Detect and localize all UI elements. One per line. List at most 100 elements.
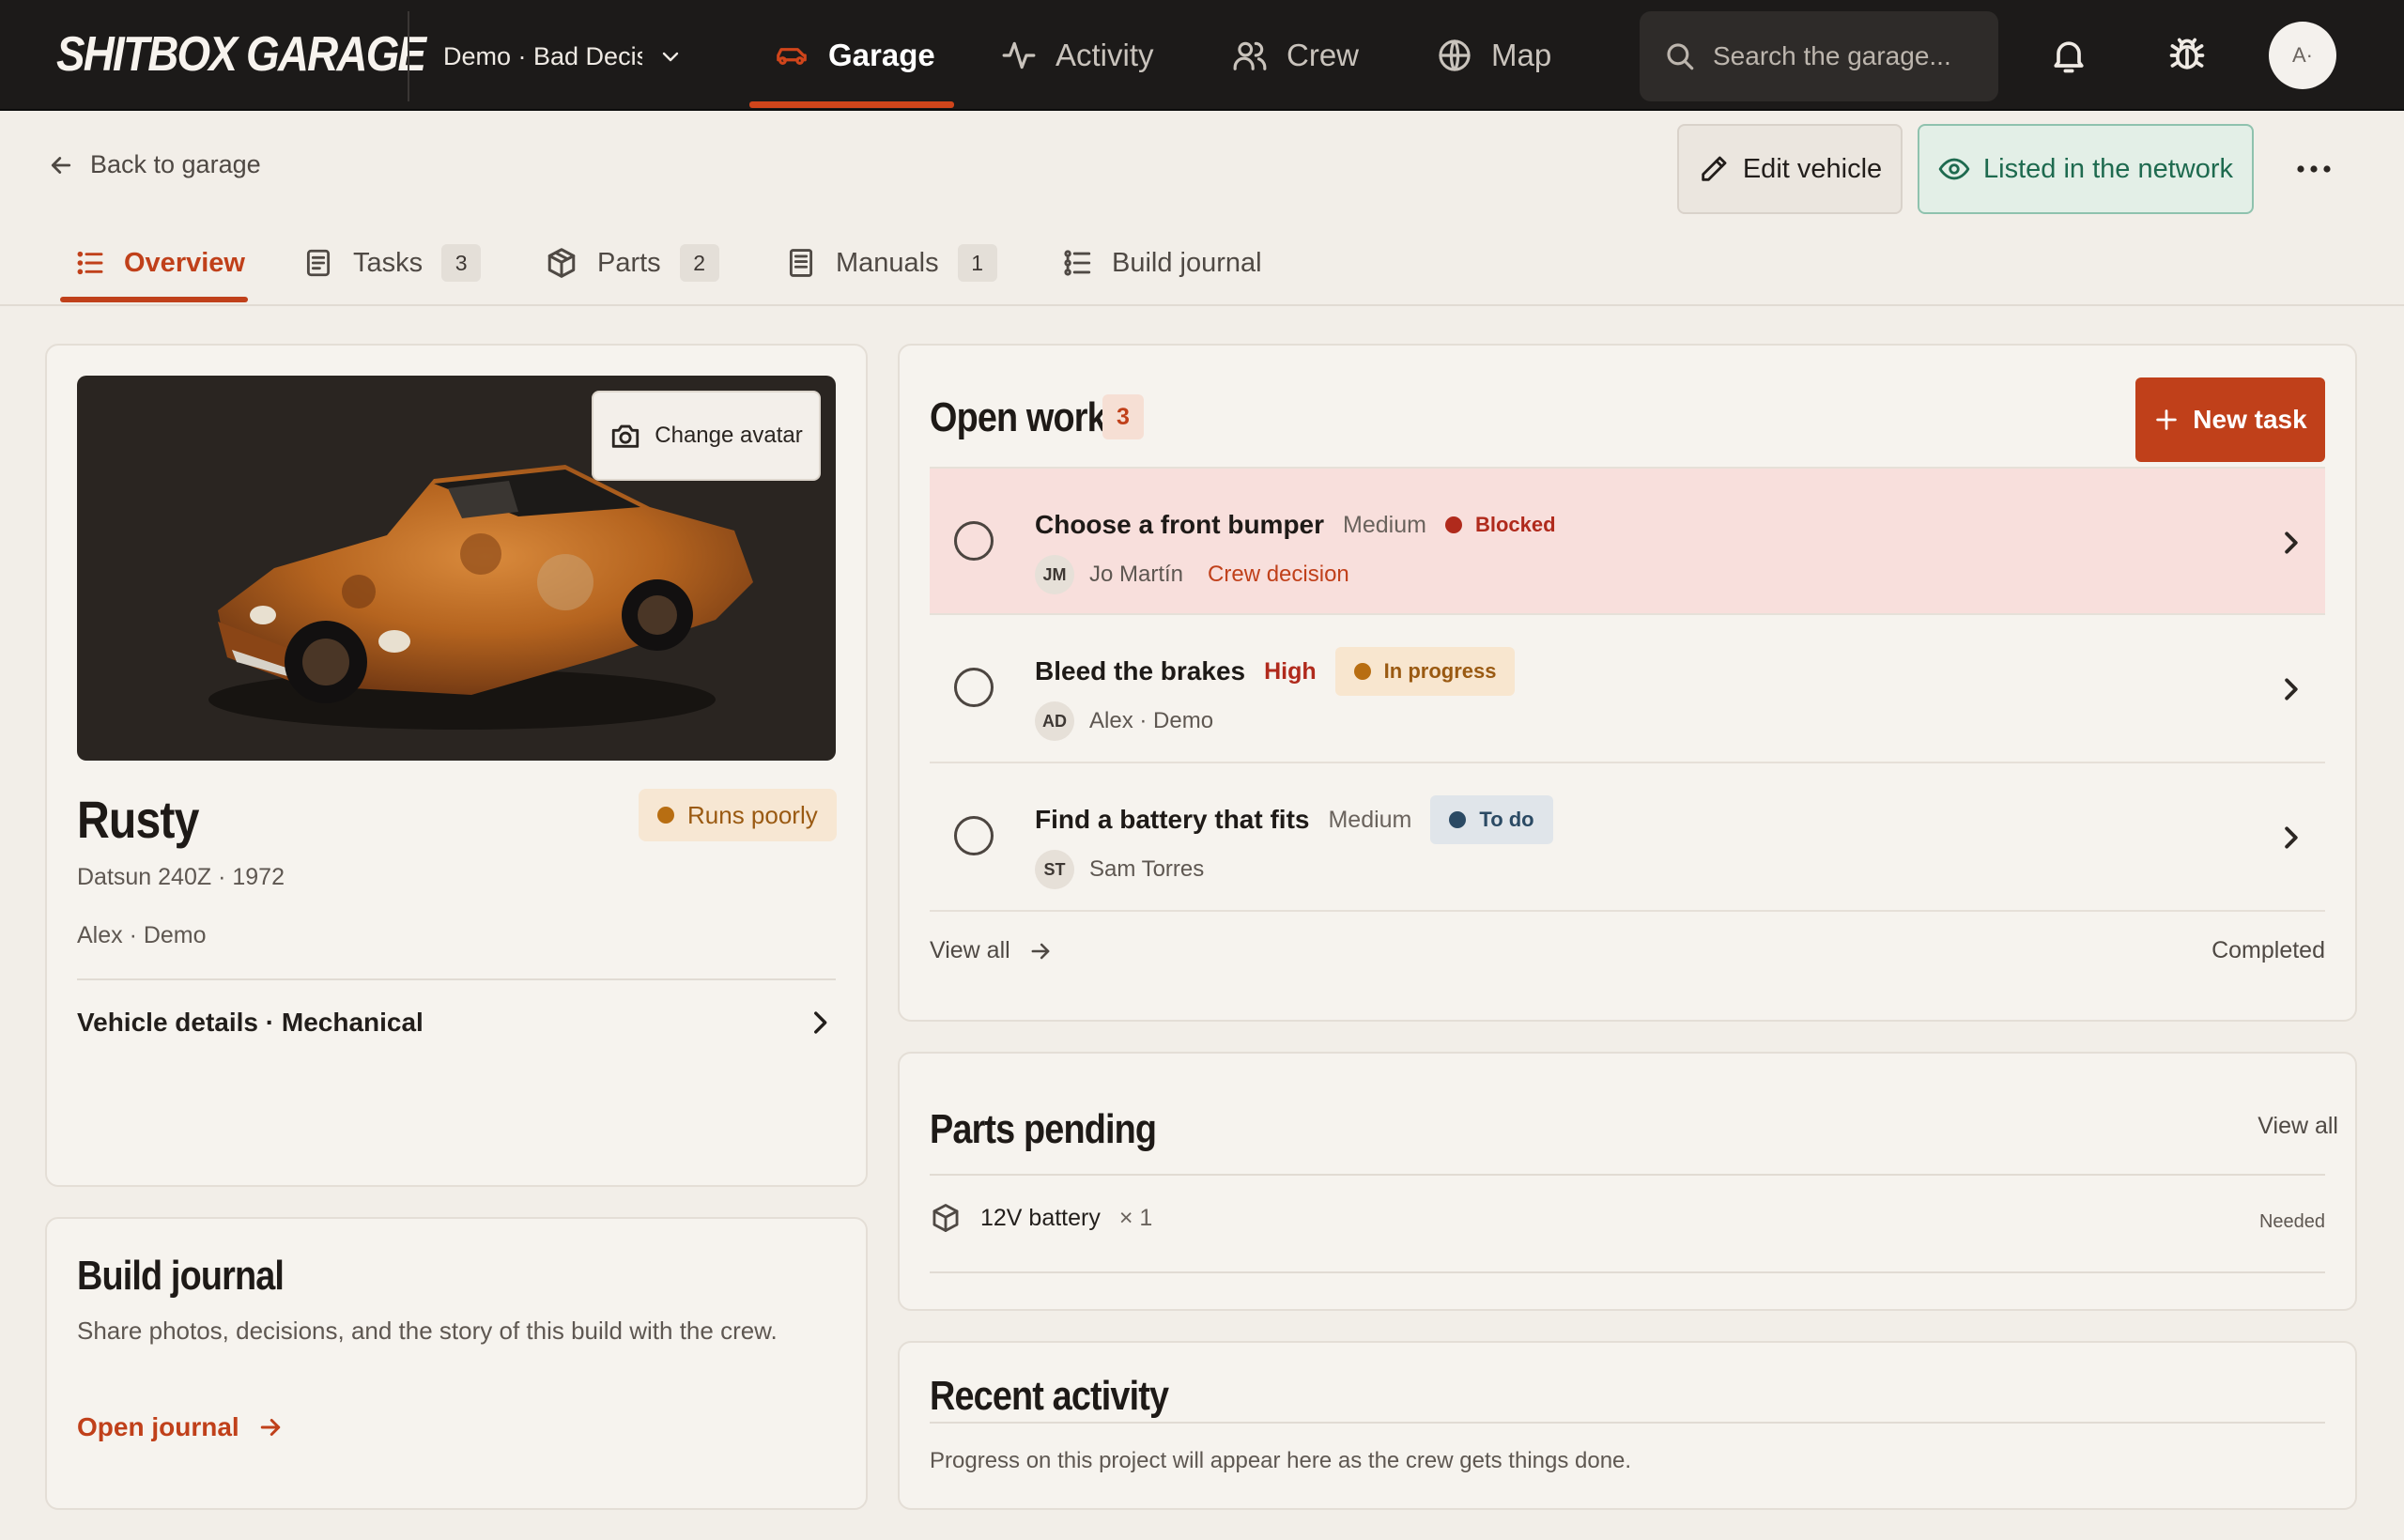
task-status-badge: In progress (1334, 647, 1516, 696)
build-journal-description: Share photos, decisions, and the story o… (77, 1317, 778, 1345)
tab-parts-count: 2 (679, 244, 719, 282)
chevron-down-icon (659, 45, 682, 68)
status-badge: Runs poorly (639, 789, 837, 841)
more-horizontal-icon (2295, 163, 2333, 175)
task-status-label: In progress (1383, 659, 1497, 683)
task-heading: Choose a front bumper Medium Blocked (1035, 500, 1575, 549)
vehicle-details-link[interactable]: Vehicle details · Mechanical (77, 1007, 836, 1039)
task-assignee: AD Alex · Demo (1035, 701, 1213, 741)
assignee-name: Alex · Demo (1089, 708, 1214, 733)
completed-link[interactable]: Completed (2211, 937, 2325, 964)
activity-icon (1001, 38, 1037, 73)
vehicle-tabs: Overview Tasks 3 Parts 2 Manuals 1 Build… (0, 222, 2404, 306)
arrow-left-icon (47, 151, 75, 179)
workspace-switcher[interactable]: Demo · Bad Decis (443, 32, 682, 81)
tab-manuals-count: 1 (957, 244, 997, 282)
box-icon (545, 246, 578, 280)
pencil-icon (1698, 153, 1730, 185)
app-logo[interactable]: SHITBOX GARAGE (56, 26, 426, 83)
task-complete-checkbox[interactable] (954, 521, 994, 561)
globe-icon (1437, 38, 1472, 73)
tab-overview[interactable]: Overview (75, 222, 245, 304)
status-label: Runs poorly (687, 800, 818, 829)
tab-parts-label: Parts (597, 247, 661, 278)
tab-tasks-count: 3 (441, 244, 482, 282)
recent-activity-card (898, 1341, 2357, 1510)
divider (930, 1422, 2325, 1424)
change-avatar-label: Change avatar (655, 423, 803, 448)
tab-build-journal[interactable]: Build journal (1061, 222, 1262, 304)
assignee-avatar: JM (1035, 555, 1074, 594)
task-assignee: ST Sam Torres (1035, 850, 1204, 889)
topbar-divider (408, 11, 409, 101)
list-icon (75, 248, 105, 278)
user-avatar[interactable]: A· (2269, 22, 2336, 89)
task-title: Find a battery that fits (1035, 805, 1310, 834)
listed-in-network-button[interactable]: Listed in the network (1918, 124, 2254, 214)
tab-parts[interactable]: Parts 2 (545, 222, 719, 304)
eye-icon (1938, 153, 1970, 185)
view-all-parts-link[interactable]: View all (2258, 1113, 2338, 1140)
chevron-right-icon (804, 1007, 836, 1039)
chevron-right-icon (2269, 816, 2312, 859)
tab-manuals[interactable]: Manuals 1 (785, 222, 997, 304)
task-status-badge: Blocked (1444, 500, 1575, 549)
nav-activity-label: Activity (1056, 38, 1154, 72)
view-all-tasks-link[interactable]: View all (930, 937, 1054, 964)
task-complete-checkbox[interactable] (954, 668, 994, 707)
divider (930, 1271, 2325, 1273)
plus-icon (2153, 407, 2180, 433)
status-dot (1449, 811, 1467, 828)
open-journal-label: Open journal (77, 1412, 239, 1441)
parts-pending-title: Parts pending (930, 1106, 1157, 1152)
task-complete-checkbox[interactable] (954, 816, 994, 855)
part-quantity: × 1 (1118, 1204, 1153, 1231)
view-all-label: View all (930, 937, 1010, 963)
status-dot (1444, 516, 1462, 533)
vehicle-owner: Alex · Demo (77, 922, 207, 948)
notifications-button[interactable] (2042, 28, 2096, 83)
tab-active-indicator (60, 297, 248, 302)
search-input[interactable]: Search the garage... (1640, 11, 1998, 101)
task-row[interactable]: Choose a front bumper Medium Blocked JM … (930, 467, 2325, 615)
task-title: Bleed the brakes (1035, 656, 1246, 685)
status-dot (657, 807, 674, 824)
nav-active-indicator (749, 101, 954, 108)
crew-decision-tag: Crew decision (1208, 562, 1349, 587)
arrow-right-icon (1027, 938, 1054, 964)
new-task-button[interactable]: New task (2135, 377, 2325, 462)
search-placeholder: Search the garage... (1713, 41, 1951, 70)
nav-garage[interactable]: Garage (774, 0, 935, 111)
nav-crew-label: Crew (1287, 38, 1360, 72)
tab-manuals-label: Manuals (836, 247, 939, 278)
report-bug-button[interactable] (2160, 28, 2214, 83)
task-row[interactable]: Find a battery that fits Medium To do ST… (930, 763, 2325, 912)
tab-tasks[interactable]: Tasks 3 (302, 222, 482, 304)
tab-overview-label: Overview (124, 247, 245, 278)
task-heading: Find a battery that fits Medium To do (1035, 795, 1553, 844)
task-row[interactable]: Bleed the brakes High In progress AD Ale… (930, 615, 2325, 763)
task-priority: Medium (1328, 806, 1412, 833)
bug-icon (2166, 35, 2208, 76)
change-avatar-button[interactable]: Change avatar (592, 391, 821, 481)
open-journal-link[interactable]: Open journal (77, 1412, 285, 1442)
part-status: Needed (2258, 1211, 2325, 1232)
edit-vehicle-label: Edit vehicle (1742, 153, 1883, 184)
back-to-garage-link[interactable]: Back to garage (47, 150, 261, 179)
vehicle-name: Rusty (77, 790, 199, 849)
nav-map[interactable]: Map (1437, 0, 1551, 111)
more-options-button[interactable] (2286, 141, 2342, 197)
task-status-label: Blocked (1474, 513, 1556, 536)
divider (930, 1174, 2325, 1176)
nav-crew[interactable]: Crew (1232, 0, 1359, 111)
clipboard-icon (302, 247, 334, 279)
nav-activity[interactable]: Activity (1001, 0, 1154, 111)
car-icon (774, 38, 809, 73)
task-priority: Medium (1343, 511, 1426, 538)
edit-vehicle-button[interactable]: Edit vehicle (1677, 124, 1903, 214)
open-work-count: 3 (1102, 394, 1144, 439)
assignee-avatar: ST (1035, 850, 1074, 889)
part-list-item[interactable]: 12V battery × 1 (930, 1202, 1152, 1234)
search-icon (1664, 40, 1696, 72)
assignee-name: Sam Torres (1089, 856, 1205, 882)
